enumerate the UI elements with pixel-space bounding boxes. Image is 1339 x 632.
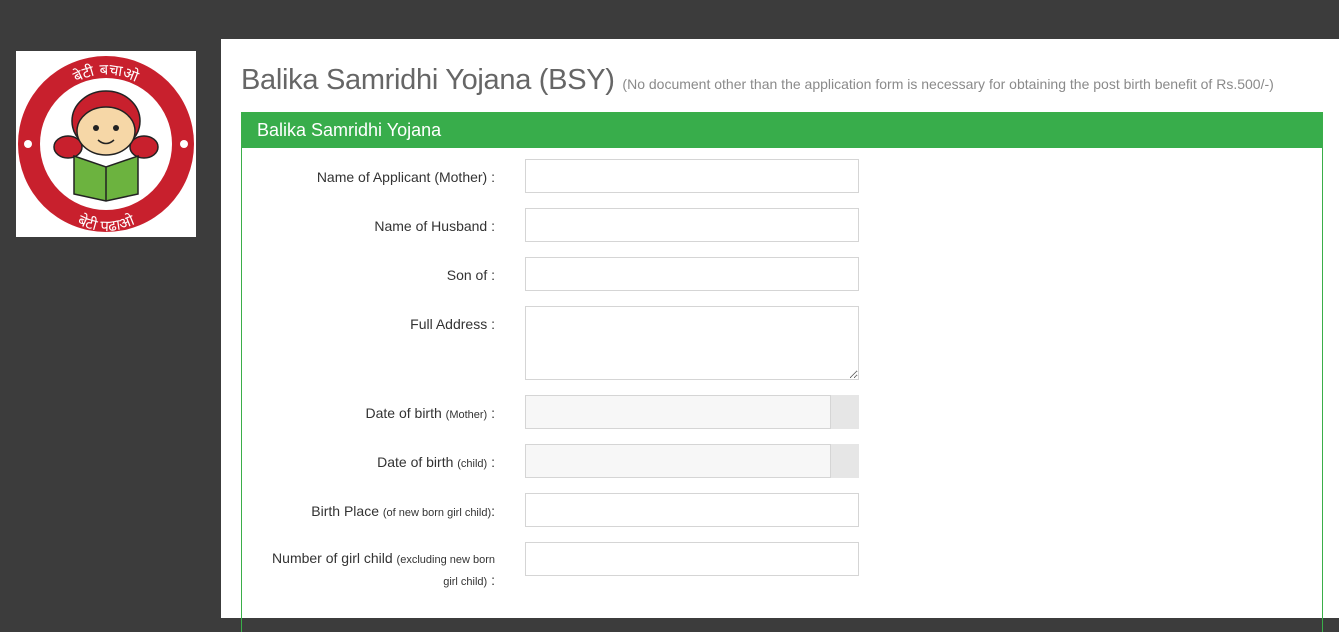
page-title-text: Balika Samridhi Yojana (BSY) — [241, 64, 615, 96]
dob-child-input[interactable] — [525, 444, 859, 478]
girl-count-input[interactable] — [525, 542, 859, 576]
dob-mother-calendar-button[interactable] — [830, 395, 859, 429]
mother-name-input[interactable] — [525, 159, 859, 193]
birth-place-label-text: Birth Place — [311, 503, 379, 519]
son-of-input[interactable] — [525, 257, 859, 291]
girl-count-label-suffix: : — [487, 572, 495, 588]
panel-heading: Balika Samridhi Yojana — [242, 113, 1322, 148]
husband-name-input[interactable] — [525, 208, 859, 242]
mother-name-label: Name of Applicant (Mother) : — [316, 169, 495, 185]
main-content: Balika Samridhi Yojana (BSY) (No documen… — [221, 39, 1339, 632]
address-textarea[interactable] — [525, 306, 859, 380]
dob-child-label: Date of birth (child) : — [242, 452, 495, 474]
dob-mother-label: Date of birth (Mother) : — [242, 403, 496, 425]
dob-mother-label-sub: (Mother) — [445, 409, 488, 421]
form-panel: Balika Samridhi Yojana Name of Applicant… — [241, 112, 1323, 632]
husband-name-label: Name of Husband : — [374, 218, 495, 234]
beti-bachao-logo: बेटी बचाओ बेटी पढ़ाओ — [18, 56, 194, 235]
logo: बेटी बचाओ बेटी पढ़ाओ — [16, 51, 196, 237]
girl-count-label-sub: (excluding new born girl child) — [396, 554, 495, 588]
dob-child-label-suffix: : — [487, 454, 495, 470]
page-title: Balika Samridhi Yojana (BSY) (No documen… — [241, 64, 1274, 97]
address-label: Full Address : — [410, 316, 495, 332]
birth-place-label-suffix: : — [491, 503, 495, 519]
son-of-label: Son of : — [446, 267, 495, 283]
dob-child-label-sub: (child) — [457, 458, 488, 470]
dob-mother-label-text: Date of birth — [365, 405, 442, 421]
dob-mother-input[interactable] — [525, 395, 859, 429]
birth-place-label: Birth Place (of new born girl child): — [242, 501, 495, 523]
birth-place-label-sub: (of new born girl child) — [382, 507, 492, 519]
girl-count-label-text: Number of girl child — [272, 550, 393, 566]
birth-place-input[interactable] — [525, 493, 859, 527]
girl-count-label: Number of girl child (excluding new born… — [266, 548, 495, 592]
page-title-note: (No document other than the application … — [622, 76, 1274, 92]
dob-child-calendar-button[interactable] — [830, 444, 859, 478]
dob-mother-label-suffix: : — [487, 405, 495, 421]
dob-child-label-text: Date of birth — [377, 454, 454, 470]
